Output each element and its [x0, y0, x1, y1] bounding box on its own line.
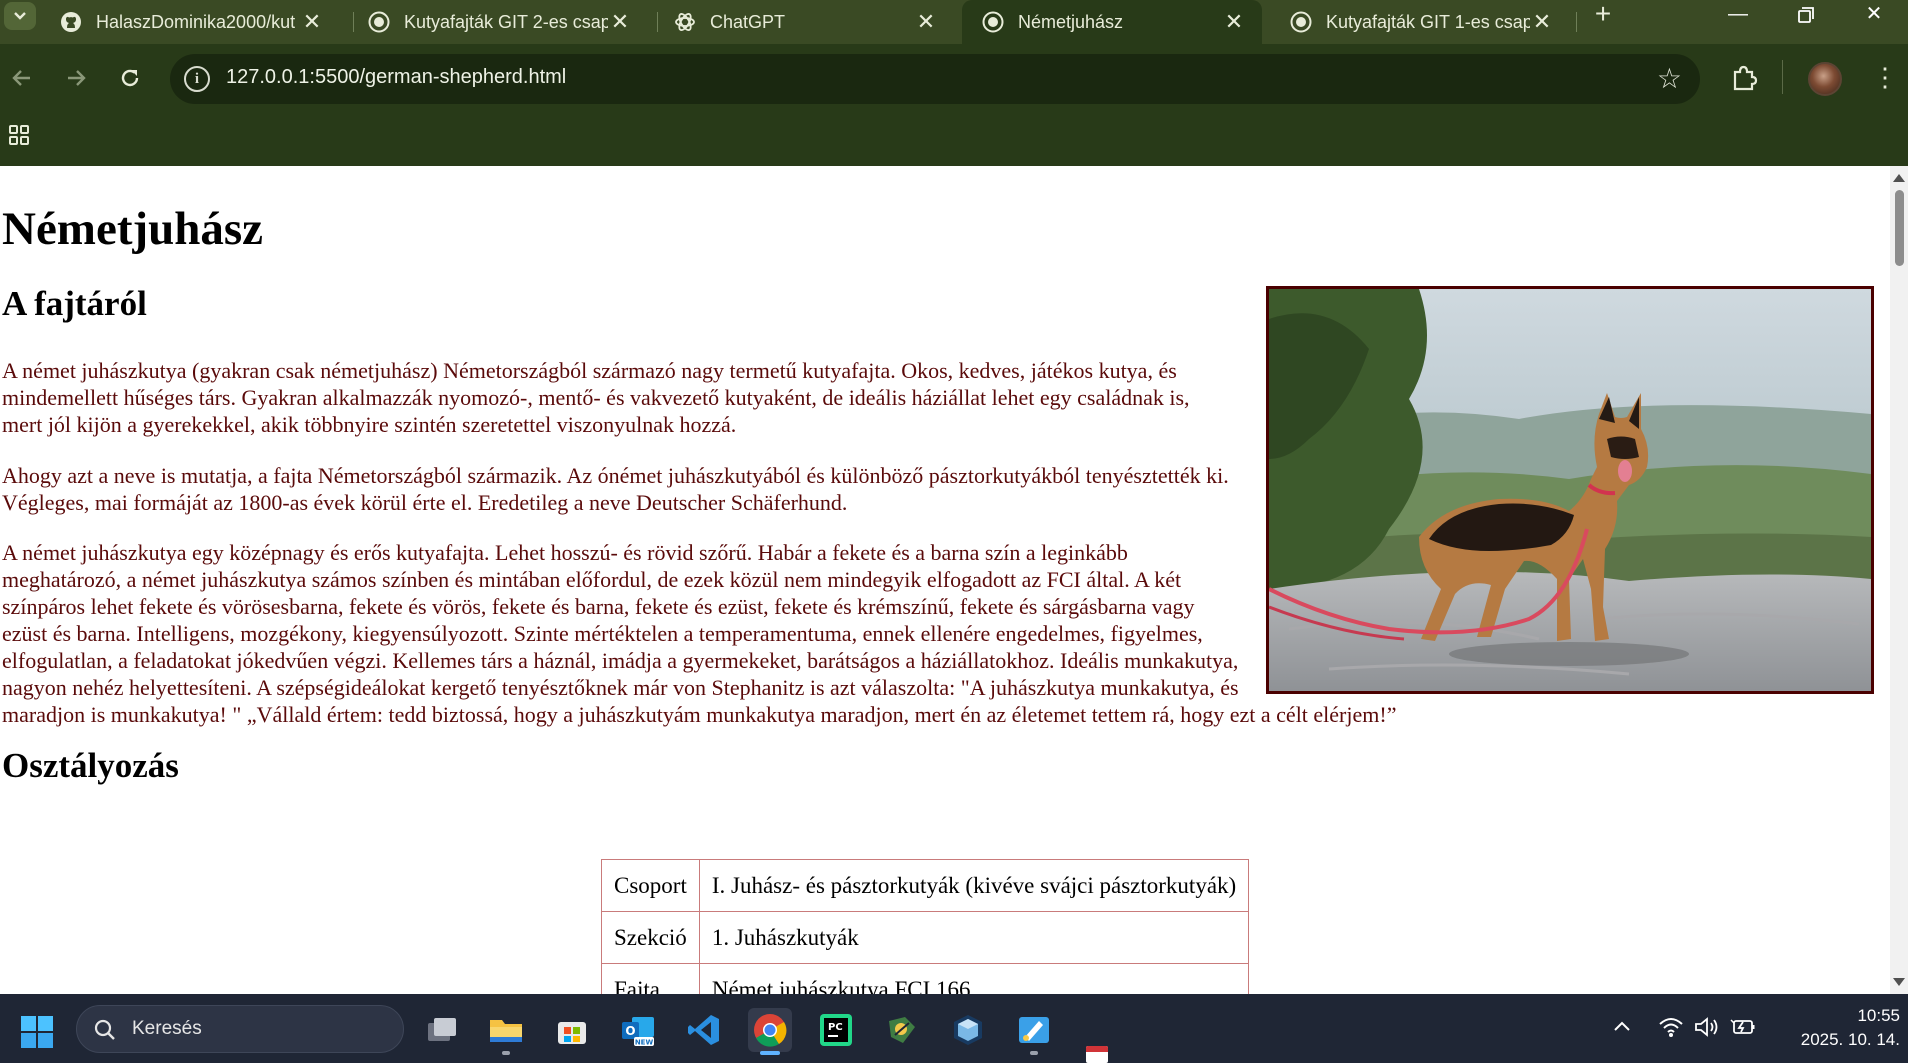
page-title: Németjuhász	[2, 203, 264, 255]
table-cell-label: Szekció	[601, 911, 700, 964]
table-cell-value: 1. Juhászkutyák	[698, 911, 1250, 964]
task-view-icon[interactable]	[420, 1008, 464, 1052]
tab-chatgpt[interactable]: ChatGPT ✕	[654, 0, 954, 44]
avatar[interactable]	[1808, 62, 1842, 96]
puzzle-icon	[1733, 65, 1758, 91]
wifi-icon[interactable]	[1658, 1016, 1684, 1044]
site-info-icon[interactable]: i	[184, 66, 210, 92]
tab-github[interactable]: HalaszDominika2000/kut ✕	[40, 0, 340, 44]
tab-title: Kutyafajták GIT 2-es csap	[404, 11, 608, 32]
arrow-right-icon	[68, 70, 86, 86]
address-bar[interactable]: i 127.0.0.1:5500/german-shepherd.html ☆	[170, 54, 1700, 104]
table-cell-value: Német juhászkutya FCI 166	[698, 963, 1250, 994]
app-icon[interactable]	[880, 1008, 924, 1052]
windows-start-icon[interactable]	[20, 1015, 54, 1049]
paragraph-intro: A német juhászkutya (gyakran csak németj…	[2, 358, 1190, 437]
svg-text:O: O	[625, 1024, 635, 1038]
page-scrollbar[interactable]	[1890, 166, 1908, 994]
reload-icon	[121, 69, 139, 87]
close-icon[interactable]: ✕	[608, 9, 632, 35]
vscode-icon[interactable]	[682, 1008, 726, 1052]
minimize-icon: —	[1728, 3, 1748, 25]
new-tab-button[interactable]: +	[1588, 0, 1618, 30]
tab-title: HalaszDominika2000/kut	[96, 11, 296, 32]
show-hidden-icons-chevron-icon[interactable]	[1612, 1016, 1632, 1042]
tab-search-button[interactable]	[4, 2, 36, 30]
svg-text:NEW: NEW	[635, 1039, 654, 1047]
globe-icon	[982, 11, 1004, 33]
reload-button[interactable]	[116, 64, 144, 92]
bookmarks-bar	[0, 118, 1908, 166]
chatgpt-icon	[674, 11, 696, 33]
restore-button[interactable]	[1778, 0, 1834, 30]
table-row: Csoport I. Juhász- és pásztorkutyák (kiv…	[601, 859, 1250, 912]
volume-icon[interactable]	[1694, 1016, 1720, 1044]
section-heading-classification: Osztályozás	[2, 746, 179, 785]
clock-time: 10:55	[1857, 1006, 1900, 1025]
extensions-button[interactable]	[1730, 64, 1758, 97]
close-icon[interactable]: ✕	[300, 9, 324, 35]
globe-icon	[368, 11, 390, 33]
svg-text:PC: PC	[828, 1022, 843, 1033]
web-page: Németjuhász A fajtáról A német juhászkut…	[0, 166, 1890, 994]
scroll-thumb[interactable]	[1895, 190, 1904, 266]
minimize-button[interactable]: —	[1710, 0, 1766, 30]
running-indicator	[1030, 1051, 1038, 1055]
github-icon	[60, 11, 82, 33]
virtualbox-icon[interactable]	[946, 1008, 990, 1052]
close-icon[interactable]: ✕	[1222, 9, 1246, 35]
scroll-down-arrow-icon[interactable]	[1893, 978, 1905, 986]
search-label: Keresés	[132, 1018, 202, 1039]
table-cell-label: Fajta	[601, 963, 700, 994]
running-indicator	[502, 1051, 510, 1055]
clock-date: 2025. 10. 14.	[1800, 1030, 1900, 1049]
arrow-left-icon	[12, 70, 30, 86]
file-explorer-icon[interactable]	[484, 1008, 528, 1052]
chrome-icon[interactable]	[748, 1008, 792, 1052]
float-spacer	[1242, 539, 1882, 701]
calendar-app-icon[interactable]	[1086, 1046, 1108, 1063]
apps-grid-icon[interactable]	[8, 124, 30, 151]
search-icon	[94, 1019, 115, 1040]
close-icon[interactable]: ✕	[1530, 9, 1554, 35]
menu-dots-icon[interactable]: ⋮	[1872, 62, 1898, 92]
paint-icon[interactable]	[1012, 1008, 1056, 1052]
system-clock[interactable]: 10:55 2025. 10. 14.	[1770, 1004, 1900, 1052]
tab-separator	[1576, 12, 1577, 32]
microsoft-store-icon[interactable]	[550, 1008, 594, 1052]
table-row: Fajta Német juhászkutya FCI 166	[601, 963, 1250, 994]
back-button[interactable]	[8, 64, 36, 92]
globe-icon	[1290, 11, 1312, 33]
pycharm-icon[interactable]: PC	[814, 1008, 858, 1052]
tab-kutyafajtak-1[interactable]: Kutyafajták GIT 1-es csap ✕	[1270, 0, 1570, 44]
section-heading-about: A fajtáról	[2, 284, 147, 323]
tab-kutyafajtak-2[interactable]: Kutyafajták GIT 2-es csap ✕	[348, 0, 648, 44]
bookmark-star-icon[interactable]: ☆	[1657, 62, 1682, 95]
restore-icon	[1798, 7, 1814, 23]
close-icon[interactable]: ✕	[914, 9, 938, 35]
table-cell-value: I. Juhász- és pásztorkutyák (kivéve sváj…	[698, 859, 1250, 912]
tab-nemetjuhasz[interactable]: Németjuhász ✕	[962, 0, 1262, 44]
chevron-down-icon	[14, 12, 26, 20]
battery-icon[interactable]	[1730, 1016, 1756, 1044]
close-icon: ✕	[1865, 3, 1883, 25]
classification-table: Csoport I. Juhász- és pásztorkutyák (kiv…	[601, 859, 1250, 994]
table-row: Szekció 1. Juhászkutyák	[601, 911, 1250, 964]
scroll-up-arrow-icon[interactable]	[1893, 174, 1905, 182]
paragraph-description: A német juhászkutya egy középnagy és erő…	[2, 539, 1882, 728]
active-app-indicator	[760, 1051, 780, 1055]
table-cell-label: Csoport	[601, 859, 700, 912]
taskbar-search[interactable]: Keresés	[76, 1005, 404, 1053]
tab-title: ChatGPT	[710, 11, 786, 32]
url-text: 127.0.0.1:5500/german-shepherd.html	[226, 66, 567, 88]
tab-title: Németjuhász	[1018, 11, 1124, 32]
plus-icon: +	[1594, 0, 1612, 29]
forward-button[interactable]	[62, 64, 90, 92]
paragraph-origin: Ahogy azt a neve is mutatja, a fajta Ném…	[2, 463, 1229, 515]
close-window-button[interactable]: ✕	[1846, 0, 1902, 30]
outlook-icon[interactable]: O NEW	[616, 1008, 660, 1052]
toolbar-divider	[1782, 60, 1783, 94]
tab-title: Kutyafajták GIT 1-es csap	[1326, 11, 1530, 32]
